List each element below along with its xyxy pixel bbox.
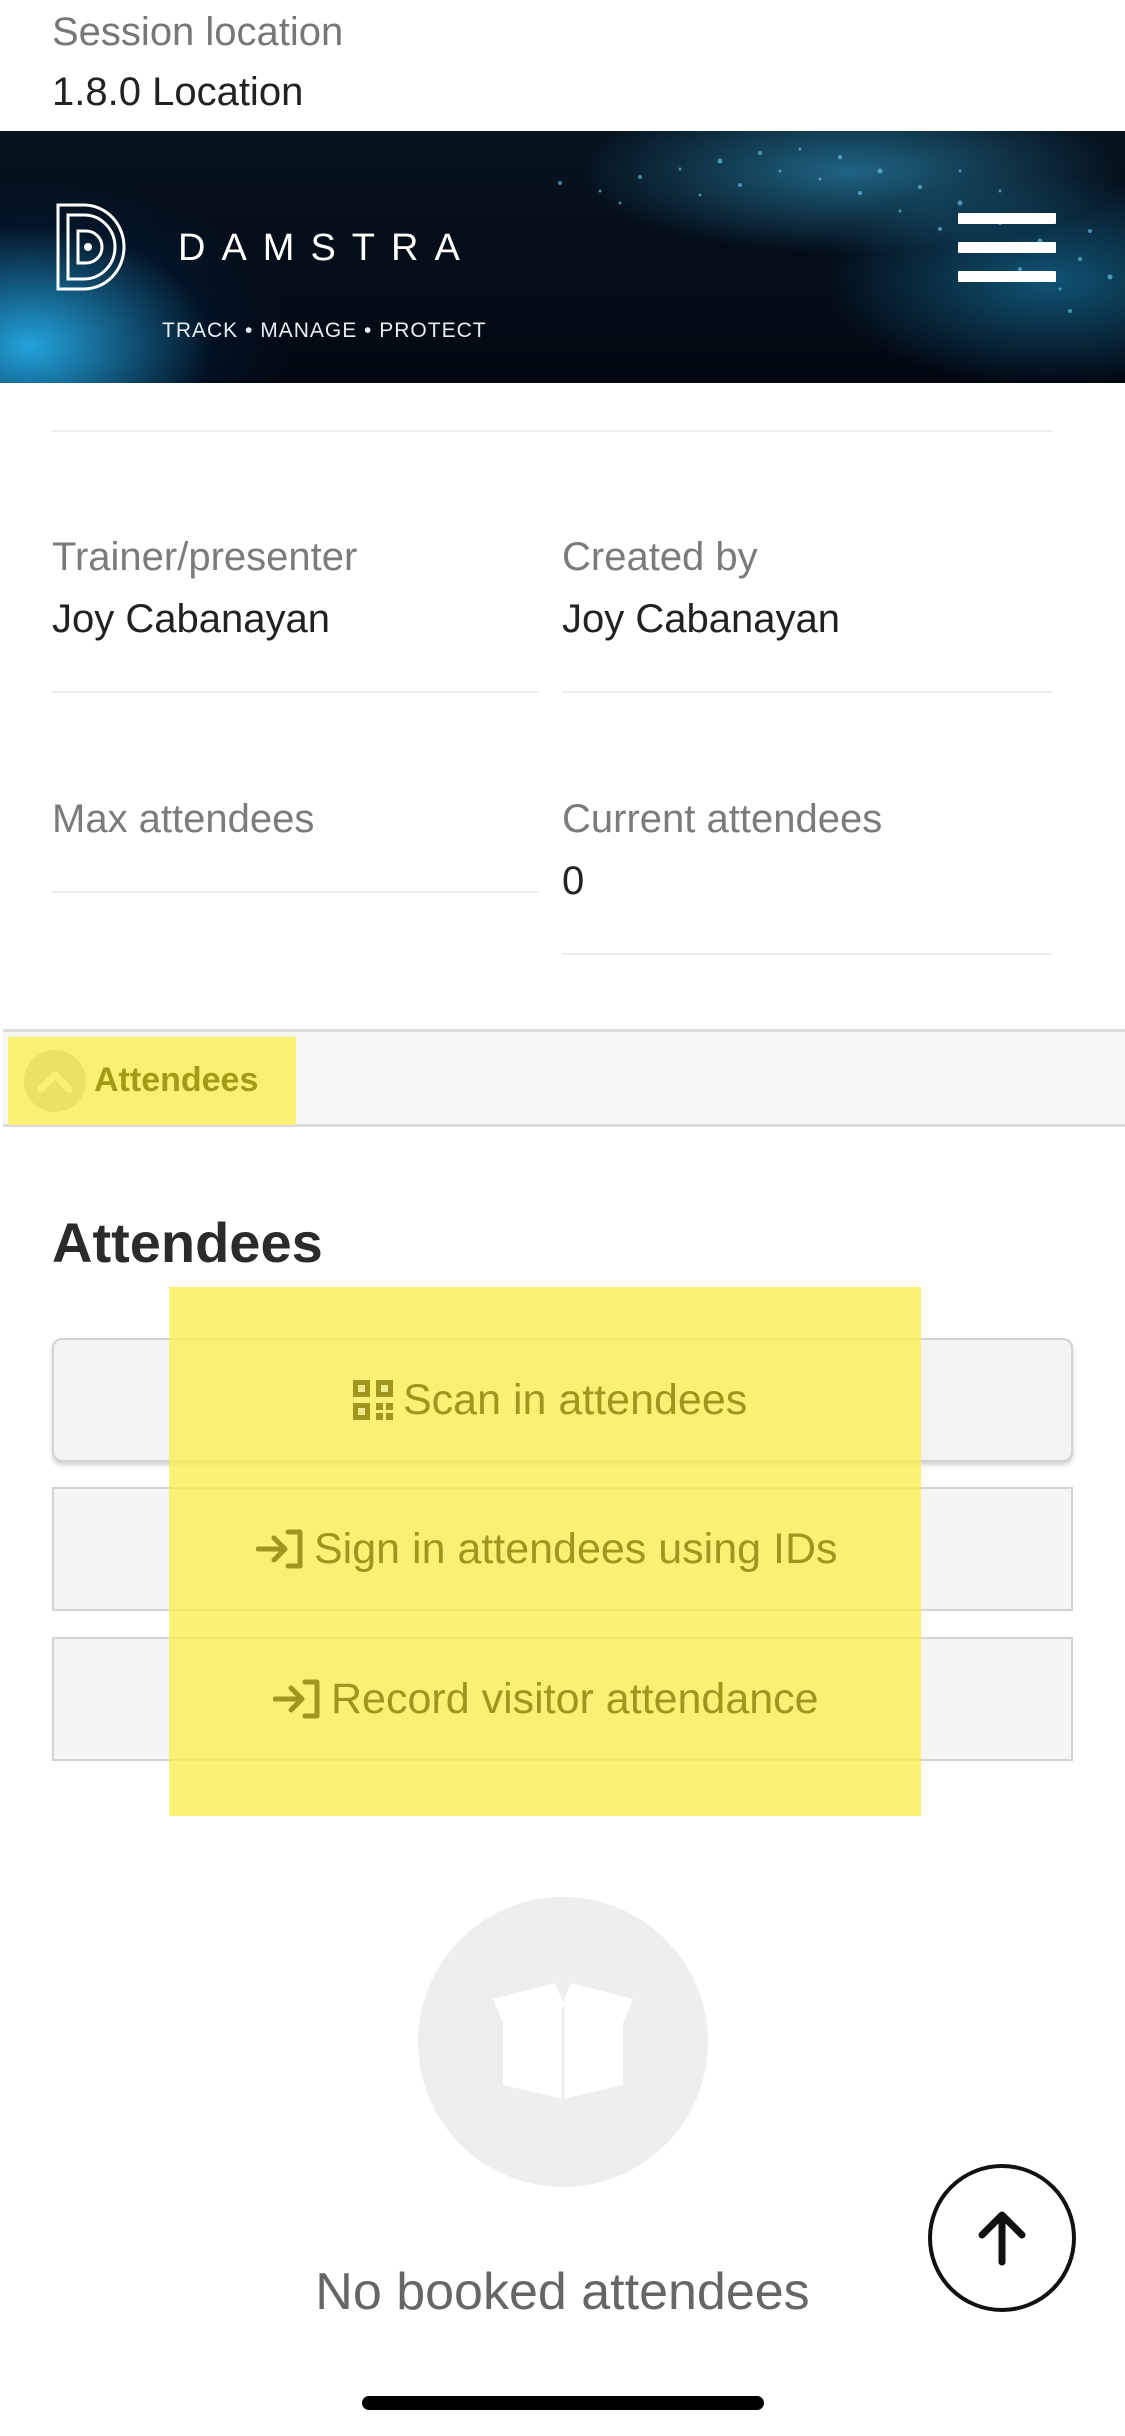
sign-in-attendees-button[interactable] [52, 1487, 1073, 1611]
trainer-value: Joy Cabanayan [52, 597, 330, 641]
attendees-heading: Attendees [52, 1211, 323, 1274]
current-attendees-value: 0 [562, 859, 585, 903]
app-header: DAMSTRA TRACK • MANAGE • PROTECT [0, 131, 1125, 383]
damstra-logo-icon [56, 203, 126, 291]
chevron-up-icon [24, 1050, 86, 1112]
arrow-up-icon [978, 2211, 1026, 2266]
session-location-label: Session location [52, 10, 344, 54]
max-attendees-underline [52, 891, 539, 893]
hamburger-menu-icon[interactable] [958, 213, 1056, 283]
trainer-underline [52, 691, 539, 693]
empty-state-illustration [418, 1897, 708, 2187]
attendees-toggle-label: Attendees [94, 1061, 259, 1099]
attendees-section-toggle[interactable]: Attendees [8, 1037, 296, 1125]
brand-tagline: TRACK • MANAGE • PROTECT [162, 319, 487, 342]
created-by-value: Joy Cabanayan [562, 597, 840, 641]
scroll-to-top-button[interactable] [928, 2164, 1076, 2312]
created-by-label: Created by [562, 535, 758, 579]
record-visitor-attendance-button[interactable] [52, 1637, 1073, 1761]
home-indicator[interactable] [362, 2396, 764, 2410]
max-attendees-label: Max attendees [52, 797, 315, 841]
open-box-icon [493, 1983, 633, 2099]
brand-name: DAMSTRA [178, 227, 476, 269]
created-by-underline [562, 691, 1052, 693]
session-location-value: 1.8.0 Location [52, 70, 304, 114]
header-particle-background [558, 147, 1113, 313]
current-attendees-underline [562, 953, 1052, 955]
current-attendees-label: Current attendees [562, 797, 883, 841]
trainer-label: Trainer/presenter [52, 535, 358, 579]
divider [52, 430, 1052, 432]
scan-in-attendees-button[interactable] [52, 1338, 1073, 1462]
